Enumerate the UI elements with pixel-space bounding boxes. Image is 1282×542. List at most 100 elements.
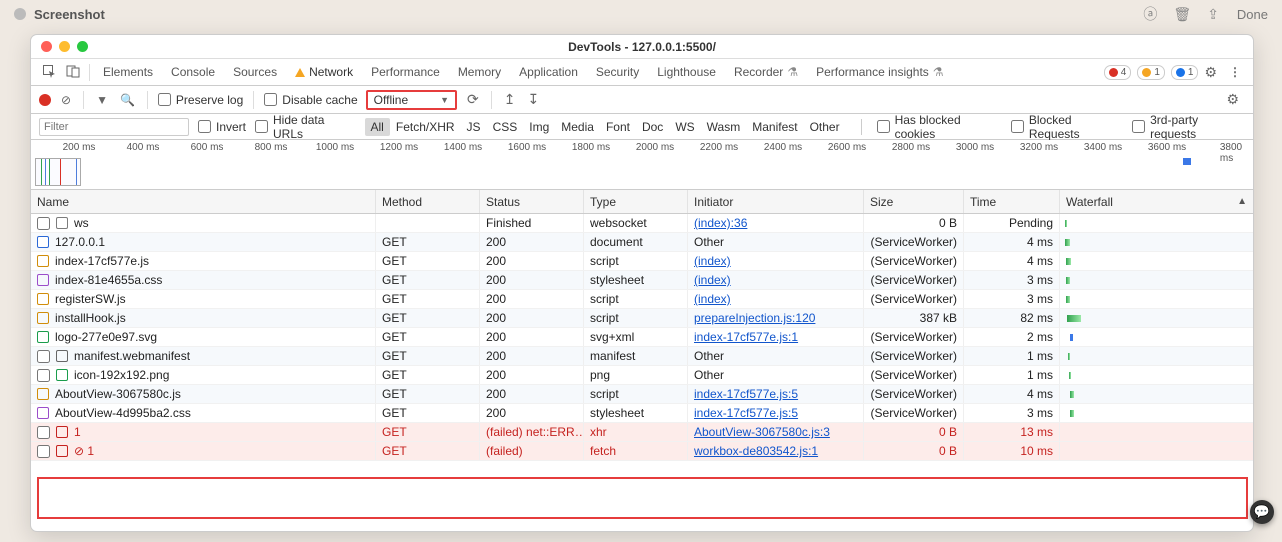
col-method[interactable]: Method <box>376 190 480 213</box>
table-row[interactable]: index-17cf577e.jsGET200script(index)(Ser… <box>31 252 1253 271</box>
disable-cache-checkbox[interactable]: Disable cache <box>264 93 357 107</box>
export-har-icon[interactable]: ↧ <box>526 91 542 108</box>
filter-input[interactable] <box>39 118 189 136</box>
initiator-link[interactable]: workbox-de803542.js:1 <box>694 444 818 458</box>
info-badge[interactable]: 1 <box>1171 65 1199 80</box>
table-row[interactable]: ⊘ 1GET(failed)fetchworkbox-de803542.js:1… <box>31 442 1253 461</box>
throttling-select[interactable]: Offline ▼ <box>366 90 457 110</box>
has-blocked-cookies-checkbox[interactable]: Has blocked cookies <box>877 113 1002 141</box>
table-row[interactable]: AboutView-4d995ba2.cssGET200stylesheetin… <box>31 404 1253 423</box>
preserve-log-checkbox[interactable]: Preserve log <box>158 93 243 107</box>
share-icon[interactable]: ⓐ <box>1143 4 1157 24</box>
filter-toggle-icon[interactable]: ▼ <box>94 93 110 107</box>
blocked-requests-checkbox[interactable]: Blocked Requests <box>1011 113 1123 141</box>
filter-type-font[interactable]: Font <box>600 118 636 136</box>
search-icon[interactable]: 🔍 <box>118 93 137 107</box>
col-time[interactable]: Time <box>964 190 1060 213</box>
table-row[interactable]: 1GET(failed) net::ERR…xhrAboutView-30675… <box>31 423 1253 442</box>
tab-elements[interactable]: Elements <box>94 59 162 85</box>
table-row[interactable]: AboutView-3067580c.jsGET200scriptindex-1… <box>31 385 1253 404</box>
col-name[interactable]: Name <box>31 190 376 213</box>
initiator-link[interactable]: (index) <box>694 254 731 268</box>
cell-method: GET <box>376 252 480 270</box>
tab-performance-insights[interactable]: Performance insights⚗ <box>807 59 952 85</box>
network-conditions-icon[interactable]: ⟳ <box>465 91 481 108</box>
tab-application[interactable]: Application <box>510 59 587 85</box>
done-button[interactable]: Done <box>1237 7 1268 22</box>
initiator-link[interactable]: (index):36 <box>694 216 747 230</box>
col-initiator[interactable]: Initiator <box>688 190 864 213</box>
row-checkbox[interactable] <box>37 445 50 458</box>
timeline-overview[interactable]: 200 ms400 ms600 ms800 ms1000 ms1200 ms14… <box>31 140 1253 190</box>
timeline-tick: 1400 ms <box>444 142 482 153</box>
feedback-bubble[interactable]: 💬 <box>1250 500 1274 524</box>
table-row[interactable]: registerSW.jsGET200script(index)(Service… <box>31 290 1253 309</box>
traffic-lights[interactable] <box>41 41 88 52</box>
filter-type-js[interactable]: JS <box>461 118 487 136</box>
row-checkbox[interactable] <box>37 217 50 230</box>
initiator-link[interactable]: index-17cf577e.js:5 <box>694 387 798 401</box>
device-toggle-icon[interactable] <box>61 64 85 81</box>
chevron-down-icon: ▼ <box>440 95 449 105</box>
upload-icon[interactable]: ⇪ <box>1207 6 1219 23</box>
import-har-icon[interactable]: ↥ <box>502 91 518 108</box>
filter-type-media[interactable]: Media <box>555 118 600 136</box>
table-row[interactable]: logo-277e0e97.svgGET200svg+xmlindex-17cf… <box>31 328 1253 347</box>
filter-type-css[interactable]: CSS <box>487 118 524 136</box>
trash-icon[interactable]: 🗑 <box>1173 6 1191 23</box>
zoom-icon[interactable] <box>77 41 88 52</box>
error-badge[interactable]: 4 <box>1104 65 1132 80</box>
initiator-link[interactable]: index-17cf577e.js:1 <box>694 330 798 344</box>
tab-memory[interactable]: Memory <box>449 59 510 85</box>
clear-icon[interactable]: ⊘ <box>59 93 73 107</box>
filter-type-wasm[interactable]: Wasm <box>701 118 747 136</box>
network-settings-icon[interactable]: ⚙ <box>1220 91 1245 108</box>
col-status[interactable]: Status <box>480 190 584 213</box>
timeline-selection[interactable] <box>35 158 81 186</box>
filter-type-doc[interactable]: Doc <box>636 118 669 136</box>
tab-security[interactable]: Security <box>587 59 648 85</box>
table-row[interactable]: icon-192x192.pngGET200pngOther(ServiceWo… <box>31 366 1253 385</box>
filter-type-other[interactable]: Other <box>804 118 846 136</box>
row-checkbox[interactable] <box>37 369 50 382</box>
table-row[interactable]: index-81e4655a.cssGET200stylesheet(index… <box>31 271 1253 290</box>
table-row[interactable]: 127.0.0.1GET200documentOther(ServiceWork… <box>31 233 1253 252</box>
experiment-icon: ⚗ <box>933 65 944 79</box>
filter-type-img[interactable]: Img <box>523 118 555 136</box>
tab-recorder[interactable]: Recorder⚗ <box>725 59 807 85</box>
tab-lighthouse[interactable]: Lighthouse <box>648 59 725 85</box>
hide-data-urls-checkbox[interactable]: Hide data URLs <box>255 113 356 141</box>
minimize-icon[interactable] <box>59 41 70 52</box>
initiator-link[interactable]: (index) <box>694 292 731 306</box>
filter-type-fetch-xhr[interactable]: Fetch/XHR <box>390 118 461 136</box>
table-row[interactable]: installHook.jsGET200scriptprepareInjecti… <box>31 309 1253 328</box>
initiator-link[interactable]: index-17cf577e.js:5 <box>694 406 798 420</box>
col-type[interactable]: Type <box>584 190 688 213</box>
tab-network[interactable]: Network <box>286 59 362 85</box>
inspect-icon[interactable] <box>37 64 61 81</box>
initiator-link[interactable]: (index) <box>694 273 731 287</box>
gear-icon[interactable]: ⚙ <box>1198 64 1223 81</box>
initiator-link[interactable]: AboutView-3067580c.js:3 <box>694 425 830 439</box>
col-size[interactable]: Size <box>864 190 964 213</box>
close-icon[interactable] <box>41 41 52 52</box>
network-columns-header[interactable]: Name Method Status Type Initiator Size T… <box>31 190 1253 214</box>
row-checkbox[interactable] <box>37 426 50 439</box>
filter-type-manifest[interactable]: Manifest <box>746 118 803 136</box>
row-checkbox[interactable] <box>37 350 50 363</box>
table-row[interactable]: wsFinishedwebsocket(index):360 BPending <box>31 214 1253 233</box>
invert-checkbox[interactable]: Invert <box>198 120 246 134</box>
table-row[interactable]: manifest.webmanifestGET200manifestOther(… <box>31 347 1253 366</box>
window-titlebar: DevTools - 127.0.0.1:5500/ <box>31 35 1253 59</box>
tab-sources[interactable]: Sources <box>224 59 286 85</box>
initiator-link[interactable]: prepareInjection.js:120 <box>694 311 815 325</box>
filter-type-ws[interactable]: WS <box>669 118 700 136</box>
record-button[interactable] <box>39 94 51 106</box>
warn-badge[interactable]: 1 <box>1137 65 1165 80</box>
col-waterfall[interactable]: Waterfall▲ <box>1060 190 1253 213</box>
filter-type-all[interactable]: All <box>365 118 390 136</box>
third-party-checkbox[interactable]: 3rd-party requests <box>1132 113 1245 141</box>
tab-console[interactable]: Console <box>162 59 224 85</box>
tab-performance[interactable]: Performance <box>362 59 449 85</box>
more-icon[interactable]: ⋮ <box>1223 65 1247 79</box>
